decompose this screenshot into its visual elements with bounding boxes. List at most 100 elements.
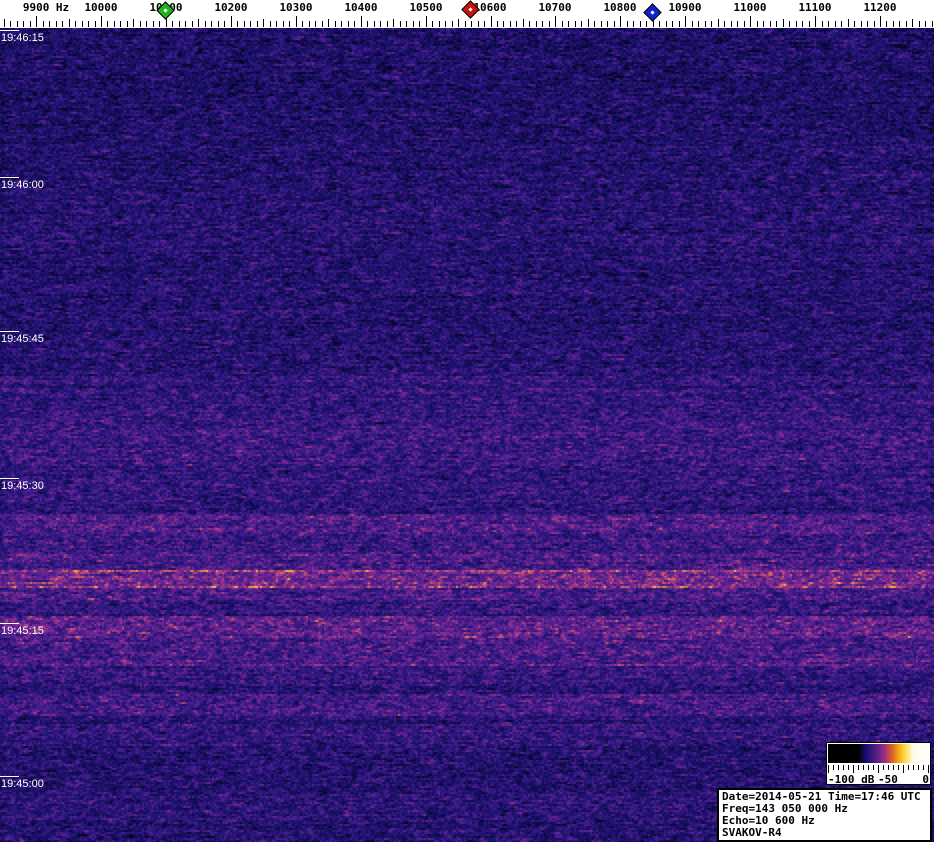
freq-tick [796,21,797,27]
freq-tick [452,21,453,27]
freq-tick [419,21,420,27]
freq-tick [341,21,342,27]
freq-tick [140,21,141,27]
freq-tick [601,21,602,27]
time-text: 19:46:15 [1,32,44,44]
freq-tick [789,21,790,27]
time-text: 19:45:45 [1,333,44,345]
freq-tick [718,19,719,27]
freq-tick [711,21,712,27]
freq-tick [231,16,232,27]
waterfall-canvas [0,28,934,842]
freq-tick [49,21,50,27]
freq-tick [568,21,569,27]
freq-tick [802,21,803,27]
freq-tick [62,21,63,27]
freq-tick [302,21,303,27]
colorbar-label-max: 0 [922,773,929,786]
colorbar-tick [838,765,839,770]
freq-tick [218,21,219,27]
freq-tick [276,21,277,27]
freq-tick [594,21,595,27]
freq-tick [322,21,323,27]
freq-tick [107,21,108,27]
freq-tick [848,19,849,27]
marker-center-dot [163,8,168,13]
colorbar-tick [883,765,884,770]
freq-tick [205,21,206,27]
freq-tick [516,21,517,27]
freq-tick [627,21,628,27]
colorbar-tick [863,765,864,770]
colorbar-tick [878,765,879,773]
time-tick-line [0,623,19,624]
freq-tick [237,21,238,27]
freq-tick [666,21,667,27]
freq-tick [146,21,147,27]
freq-tick [880,16,881,27]
freq-tick [114,21,115,27]
colorbar-tick [848,765,849,770]
marker-center-dot [468,7,473,12]
freq-tick [744,21,745,27]
info-line-station: SVAKOV-R4 [722,826,782,839]
freq-tick [776,21,777,27]
freq-tick [250,21,251,27]
freq-tick [588,19,589,27]
freq-tick [659,21,660,27]
freq-tick [906,21,907,27]
freq-tick [809,21,810,27]
freq-tick [731,21,732,27]
freq-tick [841,21,842,27]
freq-tick [497,21,498,27]
freq-tick [861,21,862,27]
frequency-ruler: 9900 Hz100001010010200103001040010500106… [0,0,934,28]
time-text: 19:46:00 [1,179,44,191]
freq-tick [413,21,414,27]
freq-tick [296,16,297,27]
freq-tick [484,21,485,27]
colorbar-tick [913,765,914,770]
freq-label-10900: 10900 [668,1,702,14]
freq-tick [763,21,764,27]
info-box: Date=2014-05-21 Time=17:46 UTC Freq=143 … [717,788,932,842]
freq-label-11100: 11100 [798,1,832,14]
freq-tick [478,21,479,27]
freq-tick [374,21,375,27]
freq-tick [406,21,407,27]
freq-tick [646,21,647,27]
time-tick-line [0,30,19,31]
freq-tick [724,21,725,27]
freq-tick [679,21,680,27]
freq-label-11000: 11000 [733,1,767,14]
colorbar-tick [868,765,869,770]
freq-label-11200: 11200 [863,1,897,14]
freq-tick [10,21,11,27]
freq-tick [88,21,89,27]
freq-label-10300: 10300 [279,1,313,14]
freq-tick [919,21,920,27]
freq-tick [211,21,212,27]
freq-tick [886,21,887,27]
freq-tick [361,16,362,27]
freq-tick [783,19,784,27]
freq-tick [737,21,738,27]
freq-tick [289,21,290,27]
freq-tick [192,21,193,27]
freq-tick [529,21,530,27]
freq-tick [244,21,245,27]
time-text: 19:45:15 [1,625,44,637]
time-tick-line [0,478,19,479]
freq-tick [458,19,459,27]
colorbar-legend: -100 dB -50 0 [826,742,931,786]
freq-tick [36,16,37,27]
freq-tick [867,21,868,27]
freq-tick [523,19,524,27]
freq-tick [348,21,349,27]
freq-tick [309,21,310,27]
freq-tick [465,21,466,27]
colorbar-tick [893,765,894,770]
freq-tick [257,21,258,27]
freq-marker-blue-diamond-icon[interactable] [643,3,662,22]
freq-tick [555,16,556,27]
